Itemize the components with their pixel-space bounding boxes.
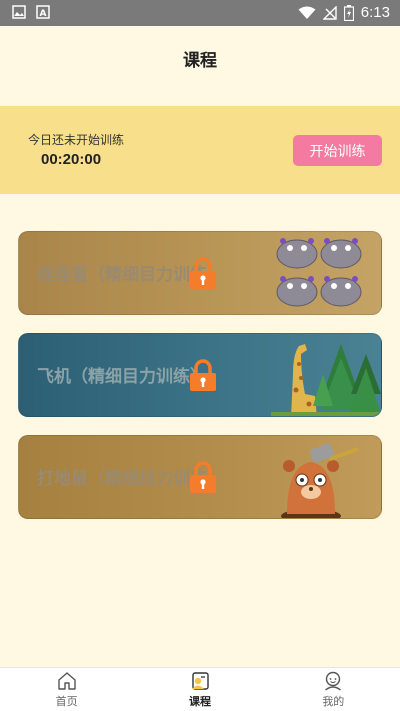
- lock-icon: [190, 359, 216, 391]
- training-status-label: 今日还未开始训练: [28, 133, 125, 147]
- profile-icon: [325, 671, 342, 691]
- mole-hammer-icon: [281, 443, 359, 518]
- nav-profile[interactable]: 我的: [267, 668, 400, 711]
- giraffe-forest-icon: [271, 344, 381, 416]
- nav-label-profile: 我的: [322, 695, 345, 708]
- course-card-whack-a-mole[interactable]: 打地鼠（精细目力训练）: [18, 435, 382, 519]
- home-icon: [57, 672, 76, 690]
- status-time: 6:13: [360, 4, 390, 21]
- no-signal-icon: [322, 5, 337, 20]
- course-card-airplane[interactable]: 飞机（精细目力训练）: [18, 333, 382, 417]
- nav-label-home: 首页: [55, 695, 78, 708]
- page-title: 课程: [183, 50, 217, 71]
- start-training-button[interactable]: 开始训练: [293, 135, 382, 166]
- hippo-icon: [276, 238, 362, 307]
- page-header: 课程: [0, 26, 400, 90]
- a-icon: A: [36, 5, 50, 19]
- nav-course[interactable]: 课程: [133, 668, 266, 711]
- bottom-nav: 首页 课程 我的: [0, 667, 400, 711]
- status-bar: A 6:13: [0, 0, 400, 26]
- lock-icon: [190, 257, 216, 289]
- wifi-icon: [298, 6, 316, 19]
- battery-charging-icon: [343, 4, 354, 21]
- svg-text:A: A: [40, 9, 47, 19]
- lock-icon: [190, 461, 216, 493]
- course-title: 飞机（精细目力训练）: [37, 367, 207, 387]
- image-icon: [12, 5, 26, 19]
- course-card-lianliankan[interactable]: 连连看（精细目力训练）: [18, 231, 382, 315]
- nav-label-course: 课程: [188, 695, 211, 708]
- course-icon: [191, 672, 209, 690]
- training-timer: 00:20:00: [41, 151, 102, 168]
- nav-home[interactable]: 首页: [0, 668, 133, 711]
